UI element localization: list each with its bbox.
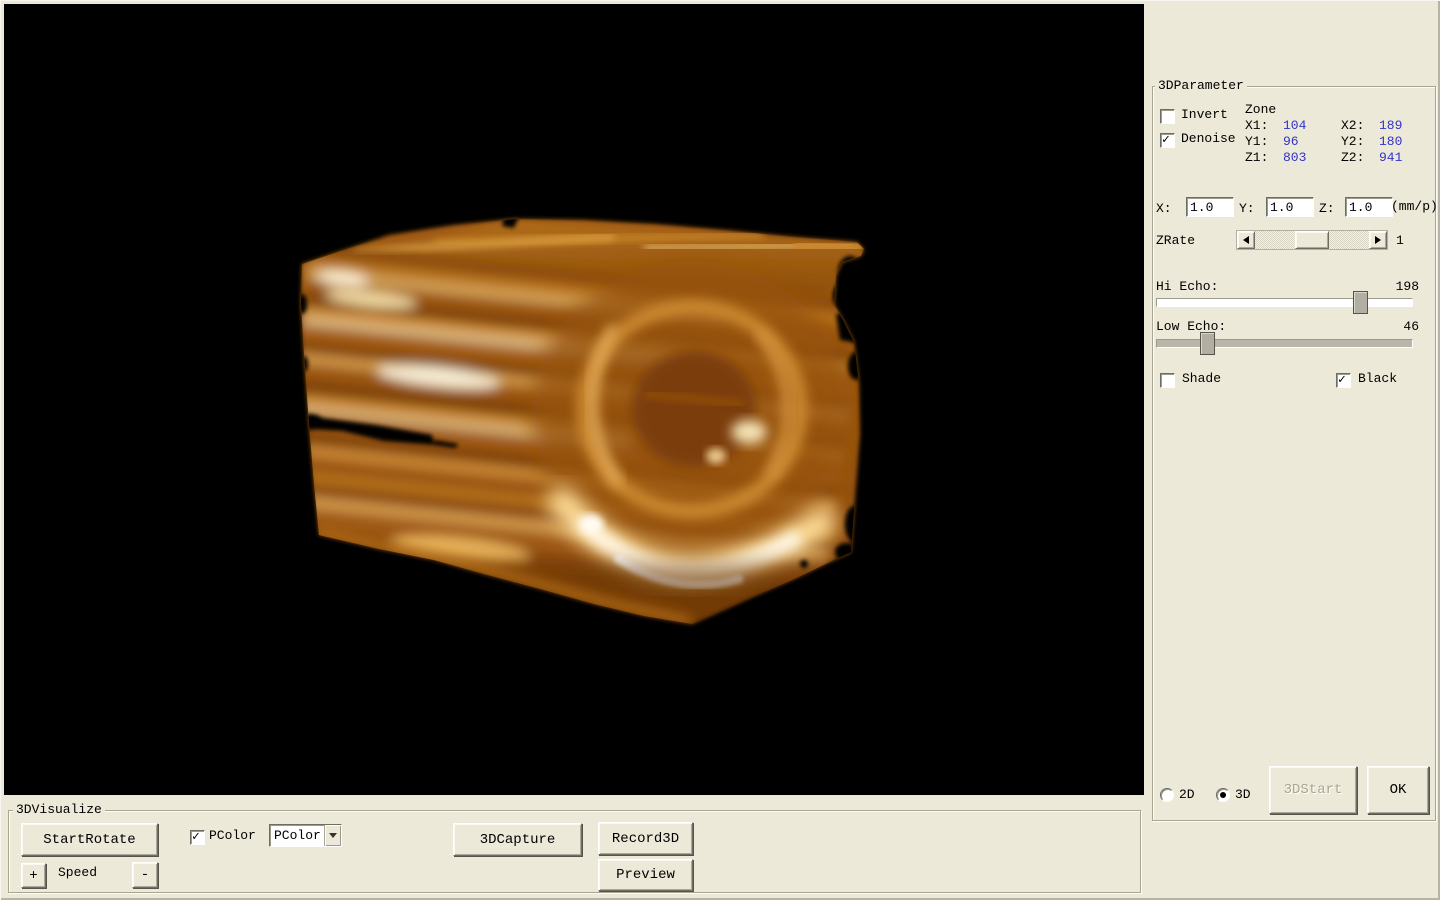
invert-label: Invert (1181, 107, 1228, 122)
scale-y-input[interactable] (1266, 197, 1314, 217)
speed-plus-button[interactable]: + (21, 863, 46, 888)
zone-x1-label: X1: (1245, 118, 1268, 133)
mode-2d-label: 2D (1179, 787, 1195, 802)
mode-3d-label: 3D (1235, 787, 1251, 802)
low-echo-track[interactable] (1156, 339, 1413, 348)
viewport-3d[interactable] (4, 4, 1144, 795)
shade-label: Shade (1182, 371, 1221, 386)
pcolor-dropdown[interactable]: PColor (269, 824, 342, 847)
dropdown-arrow-icon[interactable] (324, 825, 341, 846)
group-3dparameter: 3DParameter Invert Denoise Zone X1: 104 … (1152, 86, 1436, 821)
zrate-label: ZRate (1156, 233, 1195, 248)
shade-checkbox[interactable] (1160, 373, 1175, 388)
scale-z-label: Z: (1319, 201, 1335, 216)
black-label: Black (1358, 371, 1397, 386)
zrate-thumb[interactable] (1295, 231, 1329, 249)
zone-x2-value: 189 (1379, 118, 1402, 133)
pcolor-dropdown-value: PColor (270, 828, 324, 843)
denoise-label: Denoise (1181, 131, 1236, 146)
speed-label: Speed (58, 865, 97, 880)
hi-echo-label: Hi Echo: (1156, 279, 1218, 294)
ok-button[interactable]: OK (1367, 766, 1429, 814)
scale-z-input[interactable] (1345, 197, 1393, 217)
denoise-checkbox[interactable] (1160, 133, 1175, 148)
zone-z1-value: 803 (1283, 150, 1306, 165)
low-echo-thumb[interactable] (1200, 332, 1215, 355)
hi-echo-value: 198 (1393, 279, 1419, 294)
zone-z2-value: 941 (1379, 150, 1402, 165)
zrate-value: 1 (1396, 233, 1404, 248)
start-rotate-button[interactable]: StartRotate (21, 823, 158, 856)
group-3dparameter-title: 3DParameter (1155, 78, 1247, 93)
zone-y1-label: Y1: (1245, 134, 1268, 149)
zrate-scrollbar[interactable] (1236, 230, 1388, 250)
scale-x-input[interactable] (1186, 197, 1234, 217)
capture-3d-button[interactable]: 3DCapture (453, 823, 582, 856)
zone-y2-label: Y2: (1341, 134, 1364, 149)
mode-3d-radio[interactable] (1216, 788, 1230, 802)
zone-y1-value: 96 (1283, 134, 1299, 149)
zrate-left-arrow-icon[interactable] (1237, 231, 1255, 249)
preview-button[interactable]: Preview (598, 859, 693, 891)
zone-z2-label: Z2: (1341, 150, 1364, 165)
pcolor-label: PColor (209, 828, 256, 843)
zrate-right-arrow-icon[interactable] (1369, 231, 1387, 249)
scale-x-label: X: (1156, 201, 1172, 216)
invert-checkbox[interactable] (1160, 109, 1175, 124)
zone-label: Zone (1245, 102, 1276, 117)
application-window: { "right_panel": { "title": "3DParameter… (0, 0, 1440, 900)
record-3d-button[interactable]: Record3D (598, 822, 693, 855)
zone-z1-label: Z1: (1245, 150, 1268, 165)
low-echo-label: Low Echo: (1156, 319, 1226, 334)
volume-render-3d (4, 4, 1144, 795)
black-checkbox[interactable] (1336, 373, 1351, 388)
mode-2d-radio[interactable] (1160, 788, 1174, 802)
zone-x2-label: X2: (1341, 118, 1364, 133)
pcolor-checkbox[interactable] (190, 830, 205, 845)
group-3dvisualize-title: 3DVisualize (13, 802, 105, 817)
hi-echo-track[interactable] (1156, 298, 1413, 307)
group-3dvisualize: 3DVisualize StartRotate PColor PColor 3D… (8, 810, 1141, 893)
zone-y2-value: 180 (1379, 134, 1402, 149)
scale-y-label: Y: (1239, 201, 1255, 216)
scale-unit-label: (mm/p) (1391, 199, 1438, 214)
speed-minus-button[interactable]: - (132, 862, 158, 888)
low-echo-value: 46 (1393, 319, 1419, 334)
zone-x1-value: 104 (1283, 118, 1306, 133)
start-3d-button[interactable]: 3DStart (1269, 766, 1357, 814)
hi-echo-thumb[interactable] (1353, 291, 1368, 314)
